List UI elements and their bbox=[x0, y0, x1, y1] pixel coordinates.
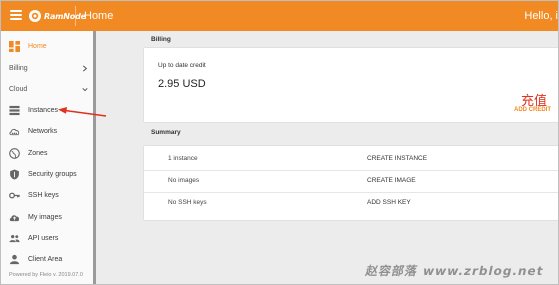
sidebar-item-cloud[interactable]: Cloud bbox=[1, 79, 93, 99]
chevron-right-icon bbox=[82, 65, 88, 72]
summary-label: 1 instance bbox=[168, 155, 198, 162]
summary-label: No images bbox=[168, 177, 200, 184]
cloud-upload-icon bbox=[9, 215, 20, 222]
sidebar-item-ssh-keys[interactable]: SSH keys bbox=[1, 185, 93, 205]
person-icon bbox=[9, 254, 20, 265]
sidebar-item-my-images[interactable]: My images bbox=[1, 207, 93, 227]
server-stack-icon bbox=[9, 105, 20, 116]
top-app-bar: RamNode Home Hello, i bbox=[1, 1, 558, 31]
credit-caption: Up to date credit bbox=[158, 62, 206, 69]
sidebar-item-label: API users bbox=[28, 234, 59, 242]
ramnode-logo[interactable]: RamNode bbox=[28, 8, 86, 24]
globe-icon bbox=[9, 148, 20, 159]
sidebar-item-zones[interactable]: Zones bbox=[1, 143, 93, 163]
create-instance-button[interactable]: CREATE INSTANCE bbox=[367, 155, 427, 162]
summary-label: No SSH keys bbox=[168, 199, 207, 206]
sidebar-item-home[interactable]: Home bbox=[1, 36, 93, 56]
shield-icon bbox=[10, 169, 19, 180]
sidebar-item-billing[interactable]: Billing bbox=[1, 58, 93, 78]
summary-row-instances: 1 instance CREATE INSTANCE bbox=[144, 147, 558, 171]
header-divider bbox=[75, 6, 76, 26]
sidebar-item-label: SSH keys bbox=[28, 191, 59, 199]
hamburger-menu-icon[interactable] bbox=[10, 10, 22, 22]
brand-name: RamNode bbox=[44, 11, 86, 21]
billing-section-title: Billing bbox=[151, 36, 171, 43]
credit-value: 2.95 USD bbox=[158, 78, 206, 90]
chevron-down-icon bbox=[82, 88, 88, 92]
user-greeting[interactable]: Hello, i bbox=[524, 9, 558, 23]
sidebar-footer: Powered by Fleio v. 2019.07.0 bbox=[9, 272, 83, 278]
sidebar-item-label: Security groups bbox=[28, 170, 77, 178]
sidebar-item-label: My images bbox=[28, 213, 62, 221]
summary-row-images: No images CREATE IMAGE bbox=[144, 169, 558, 193]
sidebar-item-label: Networks bbox=[28, 127, 58, 135]
billing-card: Up to date credit 2.95 USD 充值 ADD CREDIT bbox=[144, 48, 558, 122]
summary-card: 1 instance CREATE INSTANCE No images CRE… bbox=[144, 146, 558, 220]
app-window: RamNode Home Hello, i Home Billing Cloud… bbox=[0, 0, 559, 285]
ramnode-logo-icon bbox=[29, 10, 41, 22]
sidebar-item-label: Instances bbox=[28, 106, 58, 114]
summary-section-title: Summary bbox=[151, 129, 181, 136]
sidebar-item-label: Billing bbox=[9, 64, 28, 72]
sidebar-item-label: Home bbox=[28, 42, 47, 50]
sidebar-item-label: Zones bbox=[28, 149, 48, 157]
network-cloud-icon bbox=[9, 128, 20, 136]
sidebar-item-api-users[interactable]: API users bbox=[1, 228, 93, 248]
sidebar-item-label: Client Area bbox=[28, 255, 63, 263]
people-icon bbox=[9, 235, 20, 243]
sidebar-item-networks[interactable]: Networks bbox=[1, 121, 93, 141]
add-credit-button[interactable]: ADD CREDIT bbox=[514, 107, 551, 113]
sidebar-item-label: Cloud bbox=[9, 85, 28, 93]
page-title: Home bbox=[84, 10, 114, 22]
annotation-arrow bbox=[58, 107, 107, 117]
sidebar-scrollbar[interactable] bbox=[93, 31, 96, 284]
sidebar-item-security-groups[interactable]: Security groups bbox=[1, 164, 93, 184]
sidebar-item-client-area[interactable]: Client Area bbox=[1, 249, 93, 269]
summary-row-ssh-keys: No SSH keys ADD SSH KEY bbox=[144, 191, 558, 215]
key-icon bbox=[9, 192, 20, 199]
add-ssh-key-button[interactable]: ADD SSH KEY bbox=[367, 199, 411, 206]
watermark: 赵容部落 www.zrblog.net bbox=[364, 264, 546, 278]
create-image-button[interactable]: CREATE IMAGE bbox=[367, 177, 416, 184]
dashboard-icon bbox=[9, 41, 20, 52]
